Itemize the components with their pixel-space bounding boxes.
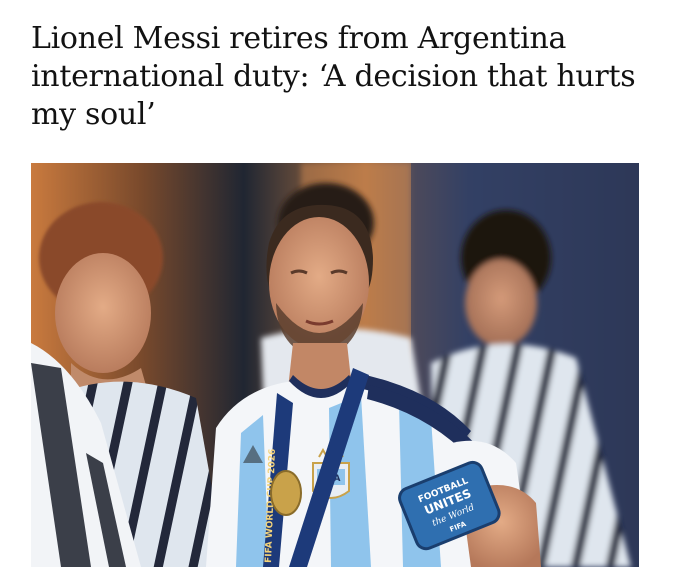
article-headline[interactable]: Lionel Messi retires from Argentina inte…	[31, 20, 651, 134]
world-cup-medal	[270, 470, 302, 516]
hero-photo-illustration: FOOTBALL UNITES the World FIFA AFA FIFA …	[31, 163, 639, 567]
article-hero-photo: FOOTBALL UNITES the World FIFA AFA FIFA …	[31, 163, 639, 567]
